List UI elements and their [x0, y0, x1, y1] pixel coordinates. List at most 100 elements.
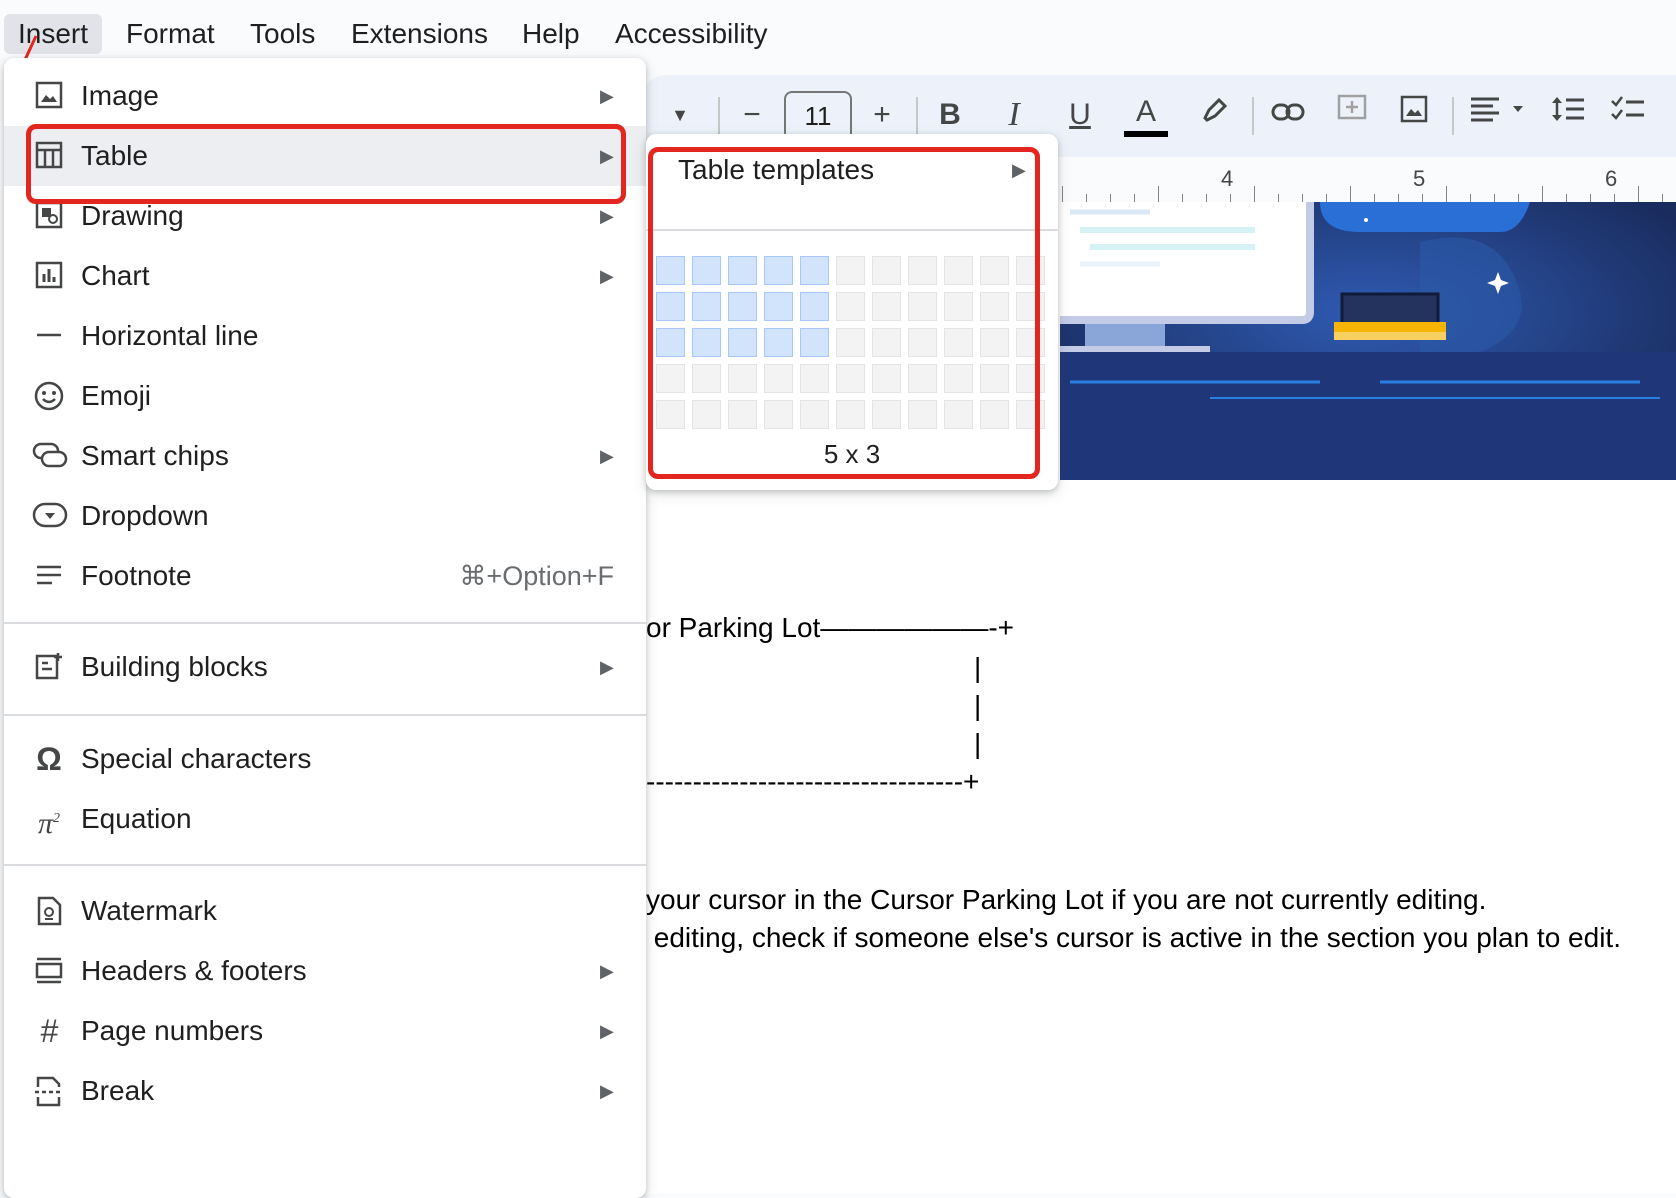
line-spacing-button[interactable]: [1546, 93, 1590, 137]
toolbar-divider: [1252, 97, 1254, 135]
checklist-icon: [1611, 96, 1644, 120]
ruler-tick: [1470, 194, 1471, 202]
toolbar-divider: [916, 97, 918, 135]
dropdown-icon: [32, 500, 68, 532]
ruler-tick: [1638, 186, 1639, 202]
menu-format[interactable]: Format: [112, 14, 229, 54]
doc-paragraph: editing, check if someone else's cursor …: [646, 922, 1621, 953]
align-button[interactable]: [1466, 93, 1536, 137]
ruler-tick: [1086, 194, 1087, 202]
ruler-tick: [1494, 194, 1495, 202]
submenu-arrow-icon: ▶: [600, 657, 614, 677]
ruler[interactable]: 4 5 6: [1060, 160, 1676, 202]
italic-button[interactable]: I: [994, 93, 1034, 137]
menu-item-equation[interactable]: π2 Equation: [4, 789, 646, 849]
align-left-icon: [1471, 97, 1523, 122]
keyboard-shortcut: ⌘+Option+F: [459, 561, 614, 591]
menu-item-footnote[interactable]: Footnote ⌘+Option+F: [4, 546, 646, 606]
ruler-tick: [1374, 194, 1375, 202]
menu-divider: [4, 622, 646, 624]
ruler-tick: [1302, 194, 1303, 202]
toolbar-divider: [1452, 97, 1454, 135]
insert-link-button[interactable]: [1266, 93, 1310, 137]
menu-item-label: Special characters: [81, 743, 312, 774]
highlight-color-button[interactable]: [1194, 93, 1234, 137]
menu-item-watermark[interactable]: Watermark: [4, 881, 646, 941]
building-blocks-icon: [32, 651, 66, 683]
insert-image-button[interactable]: [1392, 93, 1436, 137]
ruler-tick: [1350, 186, 1351, 202]
menu-divider: [4, 864, 646, 866]
emoji-icon: [32, 380, 66, 412]
headers-footers-icon: [32, 955, 66, 987]
menu-accessibility[interactable]: Accessibility: [601, 14, 781, 54]
ruler-tick: [1542, 186, 1543, 202]
menu-tools[interactable]: Tools: [236, 14, 329, 54]
doc-paragraph: your cursor in the Cursor Parking Lot if…: [646, 884, 1487, 915]
document-banner-image: [1060, 202, 1676, 480]
menu-item-chart[interactable]: Chart ▶: [4, 246, 646, 306]
add-comment-button[interactable]: [1330, 93, 1374, 137]
drawing-icon: [32, 200, 66, 232]
table-highlight-box: [26, 124, 626, 204]
menu-item-image[interactable]: Image ▶: [4, 66, 646, 126]
ruler-tick: [1518, 194, 1519, 202]
doc-line-parking-lot-bottom: ----------------------------------+: [646, 766, 980, 797]
banner-illustration: [1060, 202, 1676, 480]
hash-icon: #: [40, 1013, 58, 1049]
ruler-tick: [1326, 194, 1327, 202]
checklist-button[interactable]: [1606, 93, 1650, 137]
font-dropdown-chevron-icon[interactable]: ▼: [660, 93, 700, 137]
menu-item-label: Horizontal line: [81, 320, 259, 351]
doc-bar: |: [974, 728, 982, 759]
ruler-tick: [1158, 186, 1159, 202]
menu-item-label: Chart: [81, 260, 150, 291]
menu-help[interactable]: Help: [508, 14, 594, 54]
menu-extensions[interactable]: Extensions: [337, 14, 502, 54]
menu-item-emoji[interactable]: Emoji: [4, 366, 646, 426]
menu-divider: [4, 714, 646, 716]
highlighter-icon: [1203, 97, 1228, 122]
menu-item-horizontal-line[interactable]: Horizontal line: [4, 306, 646, 366]
menu-item-building-blocks[interactable]: Building blocks ▶: [4, 637, 646, 697]
menu-item-label: Watermark: [81, 895, 217, 926]
menu-item-break[interactable]: Break ▶: [4, 1061, 646, 1121]
smart-chips-icon: [32, 440, 68, 472]
increase-font-size-button[interactable]: +: [862, 93, 902, 137]
ruler-tick: [1590, 194, 1591, 202]
toolbar-divider: [718, 97, 720, 135]
footnote-icon: [32, 560, 66, 592]
menu-item-label: Equation: [81, 803, 192, 834]
ruler-tick: [1398, 194, 1399, 202]
menu-item-smart-chips[interactable]: Smart chips ▶: [4, 426, 646, 486]
submenu-arrow-icon: ▶: [600, 266, 614, 286]
bold-button[interactable]: B: [930, 93, 970, 137]
submenu-arrow-icon: ▶: [600, 1081, 614, 1101]
menu-item-page-numbers[interactable]: # Page numbers ▶: [4, 1001, 646, 1061]
underline-button[interactable]: U: [1060, 93, 1100, 137]
link-icon: [1271, 103, 1305, 121]
menu-item-label: Headers & footers: [81, 955, 307, 986]
horizontal-line-icon: [32, 320, 66, 352]
menu-item-label: Image: [81, 80, 159, 111]
image-icon: [1400, 95, 1428, 123]
image-icon: [32, 80, 66, 112]
menu-item-headers-footers[interactable]: Headers & footers ▶: [4, 941, 646, 1001]
ruler-tick: [1446, 186, 1447, 202]
menu-item-dropdown[interactable]: Dropdown: [4, 486, 646, 546]
decrease-font-size-button[interactable]: −: [732, 93, 772, 137]
ruler-tick: [1062, 186, 1063, 202]
menu-item-special-characters[interactable]: Ω Special characters: [4, 729, 646, 789]
doc-bar: |: [974, 690, 982, 721]
submenu-arrow-icon: ▶: [600, 961, 614, 981]
menu-item-label: Break: [81, 1075, 155, 1106]
menu-item-label: Smart chips: [81, 440, 229, 471]
submenu-arrow-icon: ▶: [600, 86, 614, 106]
ruler-tick: [1278, 194, 1279, 202]
ruler-number: 5: [1413, 166, 1426, 191]
add-comment-icon: [1337, 94, 1367, 120]
text-color-button[interactable]: A: [1124, 93, 1168, 137]
ruler-tick: [1614, 194, 1615, 202]
doc-line-parking-lot-top: or Parking Lot——————-+: [646, 612, 1014, 643]
ruler-tick: [1230, 194, 1231, 202]
